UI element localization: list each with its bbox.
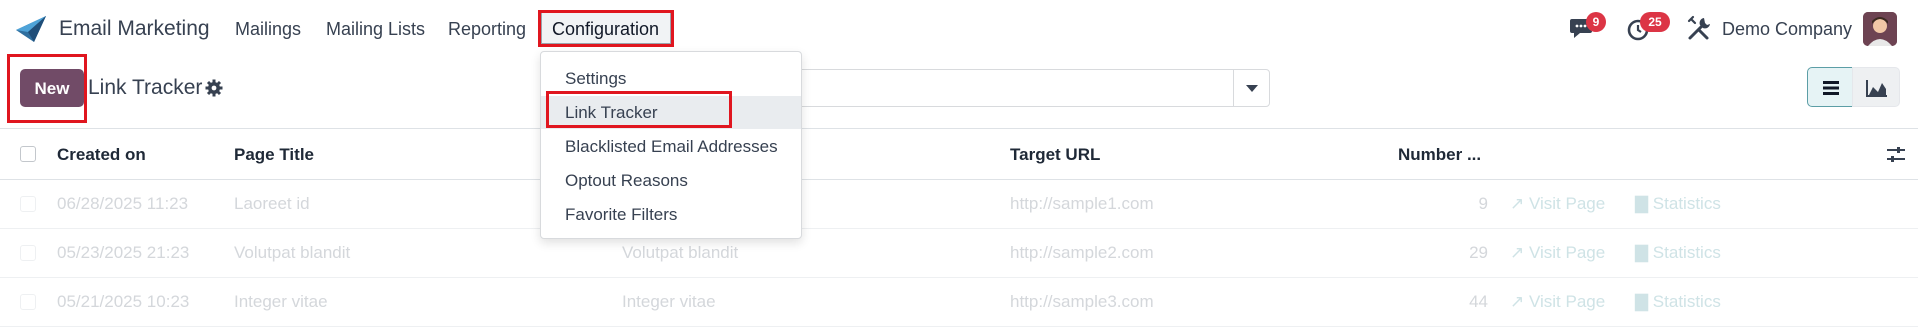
clicks-cell: 9 bbox=[1478, 194, 1488, 213]
statistics-link[interactable]: ▇ Statistics bbox=[1635, 292, 1721, 312]
created-on-cell: 05/21/2025 10:23 bbox=[57, 292, 190, 311]
menu-item-label: Settings bbox=[565, 69, 627, 88]
target-url-cell: http://sample1.com bbox=[1010, 194, 1154, 213]
page-title-cell: Volutpat blandit bbox=[234, 243, 351, 262]
created-on-cell: 05/23/2025 21:23 bbox=[57, 243, 190, 262]
clicks-cell: 29 bbox=[1469, 243, 1488, 262]
column-page-title[interactable]: Page Title bbox=[234, 145, 314, 165]
visit-page-link[interactable]: ↗ Visit Page bbox=[1510, 292, 1605, 312]
annotation-highlight-new-button bbox=[7, 54, 87, 123]
column-target-url[interactable]: Target URL bbox=[1010, 145, 1100, 165]
nav-mailing-lists[interactable]: Mailing Lists bbox=[326, 19, 425, 40]
label-cell: Integer vitae bbox=[622, 292, 716, 311]
column-number-of-clicks[interactable]: Number ... bbox=[1398, 145, 1481, 165]
annotation-highlight-link-tracker bbox=[546, 91, 732, 128]
visit-page-label: Visit Page bbox=[1528, 292, 1606, 311]
app-name[interactable]: Email Marketing bbox=[59, 17, 210, 41]
visit-page-link[interactable]: ↗ Visit Page bbox=[1510, 243, 1605, 263]
menu-item-label: Blacklisted Email Addresses bbox=[565, 137, 778, 156]
search-input[interactable] bbox=[740, 69, 1240, 107]
email-marketing-logo-icon[interactable] bbox=[14, 14, 48, 44]
visit-page-label: Visit Page bbox=[1528, 194, 1606, 213]
tools-icon[interactable] bbox=[1684, 14, 1714, 44]
graph-view-button[interactable] bbox=[1852, 67, 1900, 107]
menu-item-label: Favorite Filters bbox=[565, 205, 678, 224]
select-all-checkbox[interactable] bbox=[20, 146, 36, 162]
visit-page-link[interactable]: ↗ Visit Page bbox=[1510, 194, 1605, 214]
target-url-cell: http://sample2.com bbox=[1010, 243, 1154, 262]
target-url-cell: http://sample3.com bbox=[1010, 292, 1154, 311]
configuration-dropdown-menu: Settings Link Tracker Blacklisted Email … bbox=[540, 51, 802, 239]
table-row[interactable]: 05/21/2025 10:23 Integer vitae Integer v… bbox=[0, 278, 1918, 327]
search-options-toggle[interactable] bbox=[1233, 69, 1270, 107]
menu-item-favorite-filters[interactable]: Favorite Filters bbox=[541, 198, 801, 231]
table-header: Created on Page Title Target URL Number … bbox=[0, 128, 1918, 180]
top-navbar: Email Marketing Mailings Mailing Lists R… bbox=[0, 0, 1918, 58]
annotation-highlight-configuration bbox=[538, 10, 674, 47]
column-created-on[interactable]: Created on bbox=[57, 145, 146, 165]
clicks-cell: 44 bbox=[1469, 292, 1488, 311]
table-row[interactable]: 05/23/2025 21:23 Volutpat blandit Volutp… bbox=[0, 229, 1918, 278]
statistics-link[interactable]: ▇ Statistics bbox=[1635, 194, 1721, 214]
menu-item-label: Optout Reasons bbox=[565, 171, 688, 190]
visit-page-label: Visit Page bbox=[1528, 243, 1606, 262]
nav-mailings[interactable]: Mailings bbox=[235, 19, 301, 40]
company-switcher[interactable]: Demo Company bbox=[1722, 19, 1852, 40]
page-title-cell: Laoreet id bbox=[234, 194, 310, 213]
optional-columns-sliders-icon[interactable] bbox=[1886, 145, 1906, 165]
messages-badge: 9 bbox=[1586, 12, 1606, 32]
table-row[interactable]: 06/28/2025 11:23 Laoreet id http://sampl… bbox=[0, 180, 1918, 229]
page-title: Link Tracker bbox=[88, 76, 203, 99]
page-title-cell: Integer vitae bbox=[234, 292, 328, 311]
created-on-cell: 06/28/2025 11:23 bbox=[57, 194, 189, 213]
row-checkbox[interactable] bbox=[20, 196, 36, 212]
area-chart-icon bbox=[1866, 80, 1887, 97]
chevron-down-icon bbox=[1246, 85, 1258, 92]
list-view-button[interactable] bbox=[1807, 67, 1853, 107]
nav-reporting[interactable]: Reporting bbox=[448, 19, 526, 40]
statistics-label: Statistics bbox=[1652, 243, 1721, 262]
gear-icon[interactable] bbox=[205, 79, 223, 97]
row-checkbox[interactable] bbox=[20, 245, 36, 261]
menu-item-blacklisted-email-addresses[interactable]: Blacklisted Email Addresses bbox=[541, 130, 801, 163]
activities-badge: 25 bbox=[1640, 12, 1670, 32]
user-avatar[interactable] bbox=[1863, 12, 1897, 46]
statistics-label: Statistics bbox=[1652, 292, 1721, 311]
list-view-icon bbox=[1823, 81, 1839, 95]
menu-item-optout-reasons[interactable]: Optout Reasons bbox=[541, 164, 801, 197]
row-checkbox[interactable] bbox=[20, 294, 36, 310]
statistics-link[interactable]: ▇ Statistics bbox=[1635, 243, 1721, 263]
statistics-label: Statistics bbox=[1652, 194, 1721, 213]
user-avatar-icon bbox=[1863, 12, 1897, 46]
label-cell: Volutpat blandit bbox=[622, 243, 739, 262]
